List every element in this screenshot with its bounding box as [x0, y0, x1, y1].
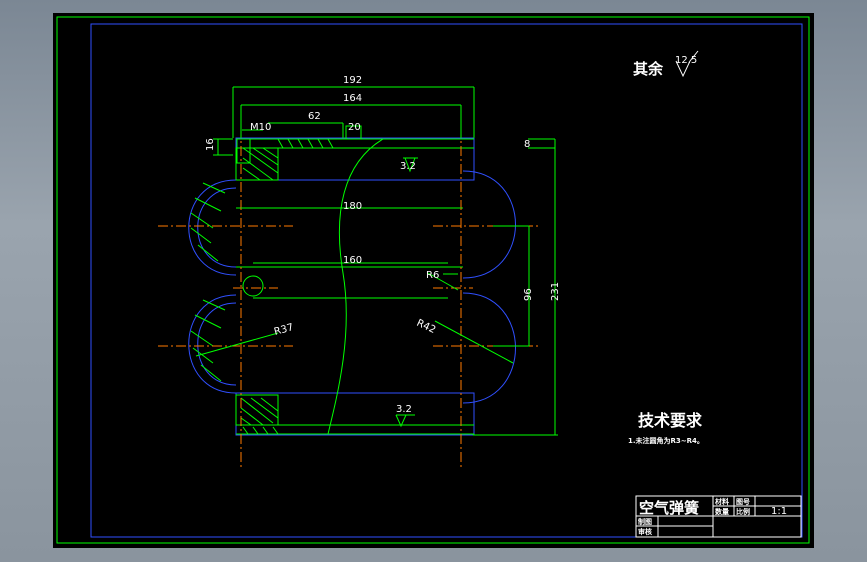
radius-r42: R42 [415, 318, 437, 336]
roughness-bottom: 3.2 [396, 404, 412, 415]
dim-231: 231 [550, 282, 561, 301]
roughness-top: 3.2 [400, 161, 416, 172]
tech-requirements-title: 技术要求 [638, 411, 703, 430]
drawing-sheet: 192 164 62 20 M10 16 8 180 160 R6 96 231… [56, 16, 810, 544]
radius-r37: R37 [273, 322, 295, 338]
dim-20: 20 [348, 122, 361, 133]
label-scale: 比例 [736, 507, 750, 516]
cad-canvas[interactable]: 192 164 62 20 M10 16 8 180 160 R6 96 231… [53, 13, 814, 548]
dim-96: 96 [523, 288, 534, 301]
bellows-right [462, 170, 516, 404]
dim-164: 164 [343, 93, 362, 104]
roughness-note-label: 其余 [633, 60, 664, 78]
top-plate [235, 137, 475, 181]
part-name: 空气弹簧 [639, 499, 699, 517]
dim-62: 62 [308, 111, 321, 122]
label-checked: 审核 [638, 527, 652, 536]
dimension-lines [195, 50, 699, 436]
dim-8: 8 [524, 139, 530, 150]
roughness-note-value: 12.5 [675, 55, 697, 66]
dim-192: 192 [343, 75, 362, 86]
section-curve [327, 138, 384, 435]
inner-border [90, 23, 803, 538]
label-material: 材料 [714, 497, 729, 506]
radius-r6: R6 [426, 270, 439, 281]
scale-value: 1:1 [771, 506, 787, 517]
dim-180: 180 [343, 201, 362, 212]
label-quantity: 数量 [715, 507, 729, 516]
dim-160: 160 [343, 255, 362, 266]
label-drawn: 制图 [638, 517, 652, 526]
label-drawing-no: 图号 [736, 497, 750, 506]
bottom-plate [235, 392, 475, 436]
tech-requirements-note: 1.未注圆角为R3~R4。 [628, 436, 704, 445]
thread-m10: M10 [250, 122, 271, 133]
bellows-left [188, 179, 264, 394]
dim-16: 16 [205, 138, 216, 151]
